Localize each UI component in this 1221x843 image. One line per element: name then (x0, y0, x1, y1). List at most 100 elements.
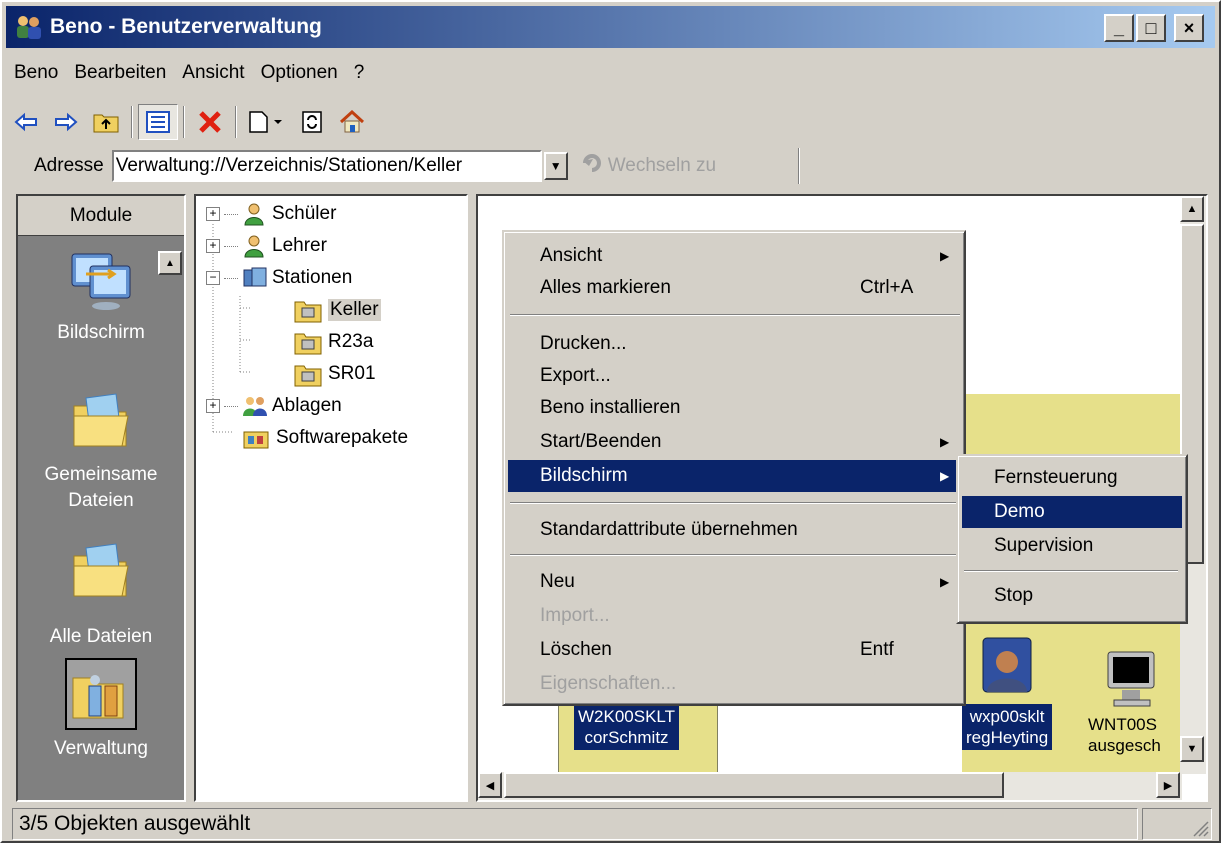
menu-separator (510, 502, 960, 504)
station-item[interactable]: W2K00SKLT corSchmitz (574, 704, 680, 750)
menu-item-eigenschaften[interactable]: Eigenschaften... (508, 668, 960, 700)
status-text: 3/5 Objekten ausgewählt (12, 808, 1138, 840)
package-icon (242, 426, 270, 450)
menu-item-label: Start/Beenden (540, 431, 662, 452)
submenu-item-demo[interactable]: Demo (962, 496, 1182, 528)
submenu-item-fernsteuerung[interactable]: Fernsteuerung (962, 462, 1182, 494)
submenu-item-supervision[interactable]: Supervision (962, 530, 1182, 562)
menu-beno[interactable]: Beno (6, 62, 66, 84)
menu-item-bildschirm[interactable]: Bildschirm ▶ (508, 460, 960, 492)
expand-icon[interactable]: + (206, 207, 220, 221)
scroll-down-icon[interactable]: ▼ (1180, 736, 1204, 762)
tree-item-lehrer[interactable]: + Lehrer (206, 230, 327, 262)
menu-bearbeiten[interactable]: Bearbeiten (66, 62, 174, 84)
status-cell (1142, 808, 1212, 840)
tree-label: Ablagen (272, 395, 342, 416)
menu-item-export[interactable]: Export... (508, 360, 960, 392)
arrow-right-icon[interactable] (46, 104, 86, 140)
resize-grip-icon[interactable] (1191, 819, 1209, 837)
toolbar-separator (131, 106, 133, 138)
new-document-icon[interactable] (242, 104, 292, 140)
tree-item-stationen[interactable]: − Stationen (206, 262, 352, 294)
bildschirm-submenu: Fernsteuerung Demo Supervision Stop (956, 454, 1188, 624)
menu-item-loeschen[interactable]: Löschen Entf (508, 634, 960, 666)
tree-connector (224, 405, 238, 407)
menu-item-shortcut: Ctrl+A (860, 277, 914, 298)
menu-help[interactable]: ? (346, 62, 373, 84)
menu-item-label: Eigenschaften... (540, 673, 677, 694)
close-button[interactable]: × (1174, 14, 1204, 42)
menu-item-standardattribute[interactable]: Standardattribute übernehmen (508, 514, 960, 546)
module-bildschirm[interactable]: Bildschirm (18, 244, 184, 346)
menu-optionen[interactable]: Optionen (253, 62, 346, 84)
address-separator (798, 148, 800, 184)
tree-item-sr01[interactable]: SR01 (294, 358, 376, 390)
menu-item-beno-installieren[interactable]: Beno installieren (508, 392, 960, 424)
scroll-left-icon[interactable]: ◀ (478, 772, 502, 798)
module-label: Bildschirm (57, 322, 145, 343)
tree-item-ablagen[interactable]: + Ablagen (206, 390, 342, 422)
home-icon[interactable] (332, 104, 372, 140)
expand-icon[interactable]: + (206, 399, 220, 413)
horizontal-scrollbar[interactable]: ◀ ▶ (478, 772, 1182, 800)
station-name: wxp00sklt (969, 707, 1045, 726)
menu-item-ansicht[interactable]: Ansicht ▶ (508, 240, 960, 272)
go-arrow-icon (582, 153, 604, 179)
collapse-icon[interactable]: − (206, 271, 220, 285)
menu-item-shortcut: Entf (860, 639, 894, 660)
submenu-arrow-icon: ▶ (940, 469, 950, 483)
refresh-icon[interactable] (292, 104, 332, 140)
title-bar[interactable]: Beno - Benutzerverwaltung _ □ × (6, 6, 1215, 48)
menu-item-label: Demo (994, 501, 1045, 522)
module-alle-dateien[interactable]: Alle Dateien (18, 536, 184, 650)
tree-item-schueler[interactable]: + Schüler (206, 198, 336, 230)
station-item[interactable]: wxp00sklt regHeyting (962, 636, 1053, 750)
tree-label: Schüler (272, 203, 337, 224)
submenu-item-stop[interactable]: Stop (962, 580, 1182, 612)
station-name: WNT00S (1088, 715, 1157, 734)
menu-item-start-beenden[interactable]: Start/Beenden ▶ (508, 426, 960, 458)
menu-item-import[interactable]: Import... (508, 600, 960, 632)
list-view-icon[interactable] (138, 104, 178, 140)
module-label: Alle Dateien (49, 626, 153, 647)
folder-icon (66, 536, 136, 606)
expand-icon[interactable]: + (206, 239, 220, 253)
chevron-down-icon[interactable]: ▼ (543, 152, 568, 180)
station-item[interactable]: WNT00S ausgesch (1088, 648, 1166, 756)
station-label: W2K00SKLT corSchmitz (574, 704, 680, 750)
minimize-button[interactable]: _ (1104, 14, 1134, 42)
scroll-right-icon[interactable]: ▶ (1156, 772, 1180, 798)
menu-item-label: Export... (540, 365, 611, 386)
menu-item-label: Stop (994, 585, 1034, 606)
station-folder-icon (294, 297, 322, 323)
menu-item-label: Ansicht (540, 245, 603, 266)
status-bar: 3/5 Objekten ausgewählt (6, 808, 1216, 840)
station-user: corSchmitz (584, 728, 669, 747)
module-gemeinsame-dateien[interactable]: Gemeinsame Dateien (18, 386, 184, 514)
arrow-left-icon[interactable] (6, 104, 46, 140)
tree-item-softwarepakete[interactable]: Softwarepakete (242, 422, 408, 454)
menu-separator (510, 554, 960, 556)
menu-item-label: Beno installieren (540, 397, 681, 418)
menu-item-alles-markieren[interactable]: Alles markieren Ctrl+A (508, 272, 960, 304)
tree-item-r23a[interactable]: R23a (294, 326, 373, 358)
menu-item-neu[interactable]: Neu ▶ (508, 566, 960, 598)
station-folder-icon (294, 361, 322, 387)
menu-item-label: Supervision (994, 535, 1094, 556)
module-header: Module (18, 196, 184, 236)
go-button[interactable]: Wechseln zu (582, 153, 716, 179)
maximize-button[interactable]: □ (1136, 14, 1166, 42)
toolbar (6, 100, 372, 144)
scroll-up-icon[interactable]: ▲ (1180, 196, 1204, 222)
menu-item-drucken[interactable]: Drucken... (508, 328, 960, 360)
module-verwaltung[interactable]: Verwaltung (18, 658, 184, 762)
tree-item-keller[interactable]: Keller (294, 294, 381, 326)
tree-connector (224, 277, 238, 279)
delete-icon[interactable] (190, 104, 230, 140)
folder-up-icon[interactable] (86, 104, 126, 140)
menu-item-label: Alles markieren (540, 277, 671, 298)
station-user: ausgesch (1088, 736, 1161, 755)
scroll-thumb[interactable] (504, 772, 1004, 798)
menu-ansicht[interactable]: Ansicht (174, 62, 252, 84)
address-input[interactable]: Verwaltung://Verzeichnis/Stationen/Kelle… (111, 150, 542, 182)
